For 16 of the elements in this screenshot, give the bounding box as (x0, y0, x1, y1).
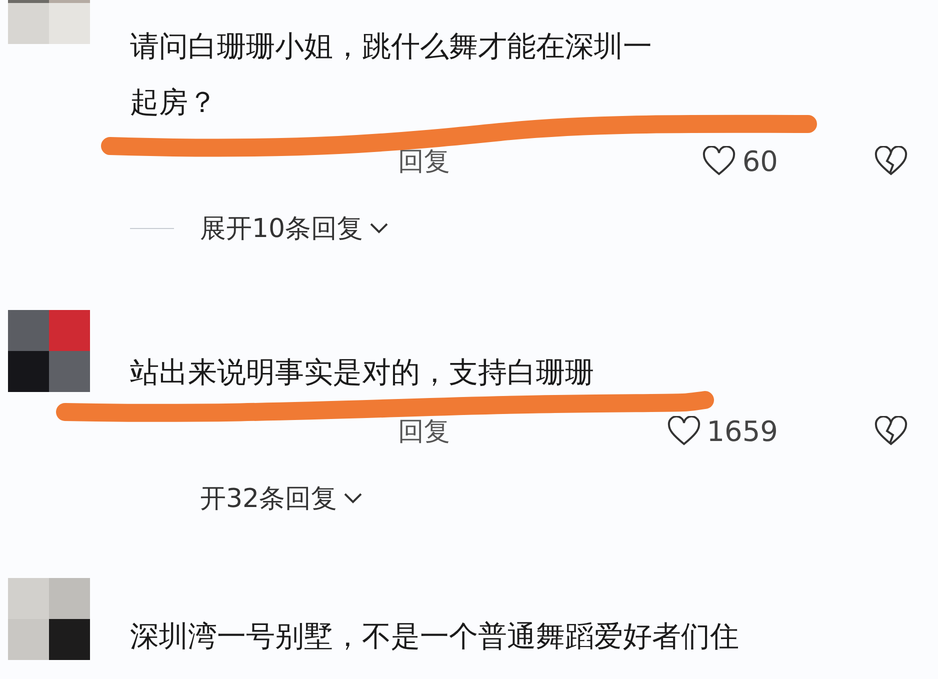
comment-text: 深圳湾一号别墅，不是一个普通舞蹈爱好者们住 (130, 618, 740, 655)
heart-icon[interactable] (666, 416, 701, 446)
comment-text: 请问白珊珊小姐，跳什么舞才能在深圳一 (130, 28, 653, 65)
like-count: 1659 (706, 414, 778, 448)
comment-text: 站出来说明事实是对的，支持白珊珊 (130, 354, 595, 391)
chevron-down-icon (369, 222, 390, 234)
like-count: 60 (742, 144, 778, 178)
expand-replies-button[interactable]: 开32条回复 (200, 480, 364, 516)
broken-heart-icon[interactable] (874, 146, 908, 176)
chevron-down-icon (343, 492, 364, 504)
reply-link[interactable]: 回复 (398, 144, 450, 178)
reply-link[interactable]: 回复 (398, 414, 450, 448)
heart-icon[interactable] (702, 146, 736, 176)
comment-text: 起房？ (130, 84, 218, 121)
expand-replies-button[interactable]: 展开10条回复 (200, 210, 390, 246)
broken-heart-icon[interactable] (874, 416, 908, 446)
